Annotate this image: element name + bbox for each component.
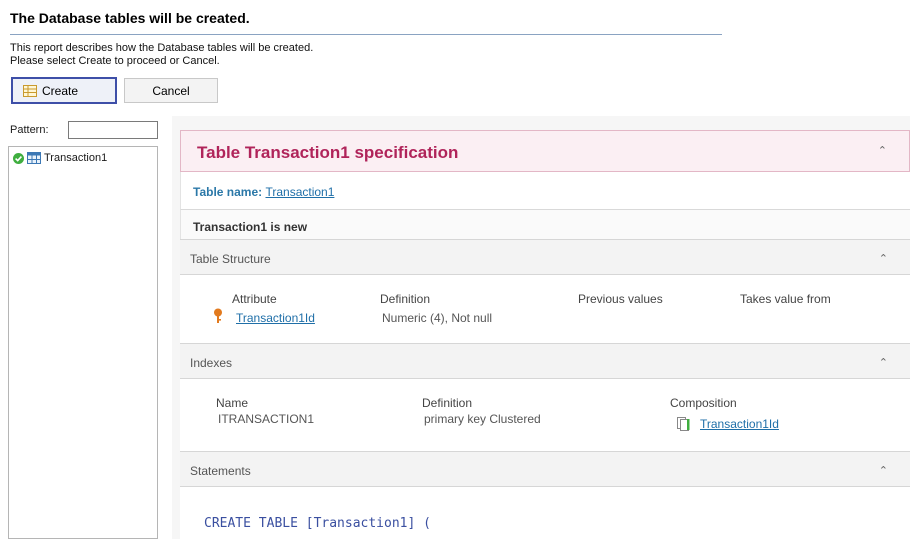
pattern-input[interactable] [68, 121, 158, 139]
table-name-field: Table name: Transaction1 [193, 185, 334, 199]
table-name-row: Table name: Transaction1 [180, 172, 910, 209]
spec-header: Table Transaction1 specification ⌃ [180, 130, 910, 172]
table-icon [27, 152, 41, 164]
table-name-link[interactable]: Transaction1 [265, 185, 334, 199]
table-structure-body: Attribute Definition Previous values Tak… [180, 275, 910, 343]
column-header-takes-value-from: Takes value from [740, 292, 831, 306]
column-header-previous-values: Previous values [578, 292, 663, 306]
spec-title: Table Transaction1 specification [197, 143, 459, 162]
status-text: Transaction1 is new [193, 220, 308, 234]
collapse-icon[interactable]: ⌃ [879, 252, 888, 265]
cancel-button[interactable]: Cancel [124, 78, 218, 103]
column-header-definition: Definition [380, 292, 431, 306]
tree-item-transaction1[interactable]: Transaction1 [13, 152, 107, 164]
description-line-1: This report describes how the Database t… [10, 42, 314, 54]
index-name: ITRANSACTION1 [218, 412, 315, 426]
attribute-definition: Numeric (4), Not null [382, 311, 493, 325]
table-name-label: Table name: [193, 185, 263, 199]
indexes-header[interactable]: Indexes ⌃ [180, 343, 910, 379]
composition-icon [677, 417, 690, 431]
tree-item-label: Transaction1 [44, 152, 108, 164]
index-definition: primary key Clustered [424, 412, 541, 426]
column-header-definition: Definition [422, 396, 473, 410]
statements-body [180, 487, 910, 539]
indexes-title: Indexes [190, 356, 233, 370]
table-structure-title: Table Structure [190, 252, 271, 266]
composition-link[interactable]: Transaction1Id [700, 417, 779, 431]
status-row: Transaction1 is new [180, 209, 910, 239]
indexes-body: Name Definition Composition ITRANSACTION… [180, 379, 910, 451]
pattern-label: Pattern: [10, 124, 49, 136]
statements-header[interactable]: Statements ⌃ [180, 451, 910, 487]
table-structure-header[interactable]: Table Structure ⌃ [180, 239, 910, 275]
column-header-attribute: Attribute [232, 292, 277, 306]
object-tree: Transaction1 [8, 146, 158, 539]
statements-title: Statements [190, 464, 251, 478]
create-icon [23, 84, 37, 97]
header-divider [10, 34, 722, 35]
page-title: The Database tables will be created. [10, 10, 250, 26]
sql-statement-line: CREATE TABLE [Transaction1] ( [204, 516, 431, 531]
create-button[interactable]: Create [11, 77, 117, 104]
column-header-composition: Composition [670, 396, 737, 410]
attribute-link[interactable]: Transaction1Id [236, 311, 315, 325]
collapse-icon[interactable]: ⌃ [879, 464, 888, 477]
collapse-icon[interactable]: ⌃ [879, 356, 888, 369]
primary-key-icon [214, 308, 222, 323]
column-header-name: Name [216, 396, 249, 410]
description-line-2: Please select Create to proceed or Cance… [10, 55, 220, 67]
check-icon [13, 152, 24, 164]
create-button-label: Create [42, 83, 79, 98]
collapse-icon[interactable]: ⌃ [878, 144, 887, 157]
